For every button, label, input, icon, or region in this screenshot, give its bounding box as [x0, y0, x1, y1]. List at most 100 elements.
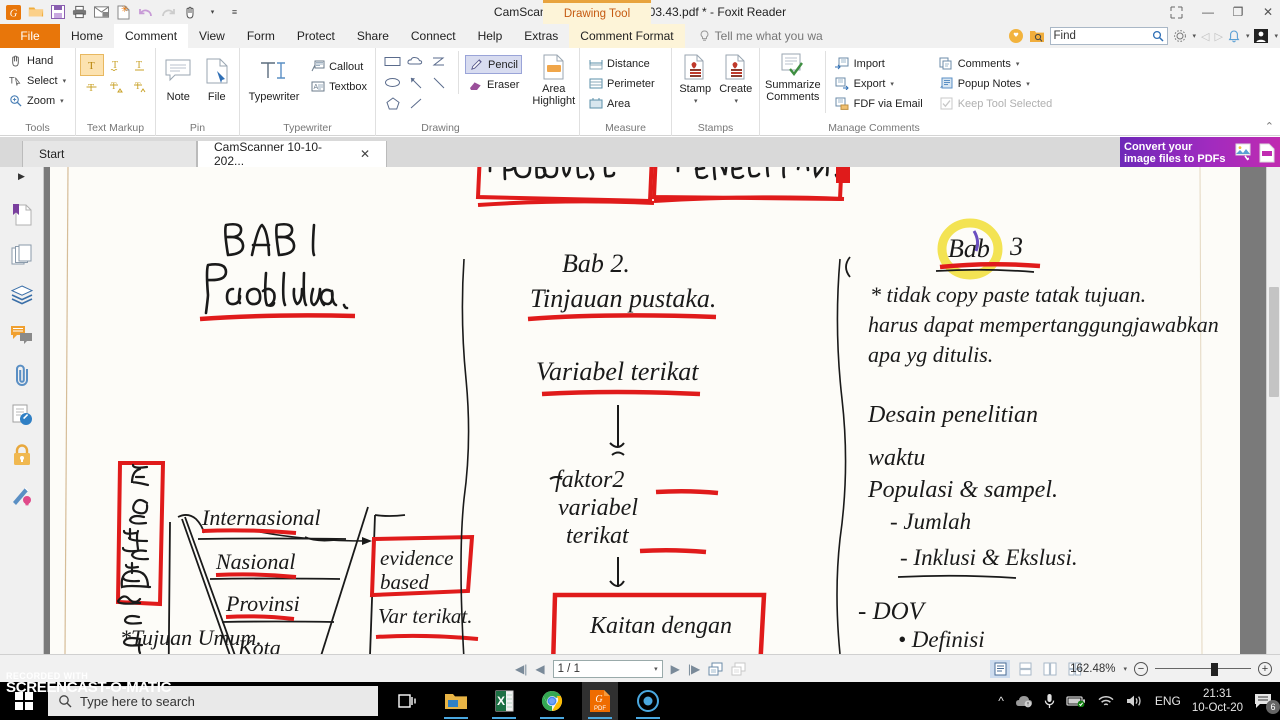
print-icon[interactable] [70, 3, 89, 22]
comments-button[interactable]: Comments ▾ [936, 54, 1056, 73]
comments-panel-icon[interactable] [9, 322, 35, 348]
perimeter-button[interactable]: Perimeter [585, 74, 658, 93]
collapse-ribbon-icon[interactable]: ⌃ [1265, 120, 1274, 133]
hand-tool-icon[interactable] [180, 3, 199, 22]
cloud-shape-icon[interactable] [404, 51, 427, 72]
squiggly-tool-icon[interactable]: T [104, 54, 128, 76]
tab-file[interactable]: File [0, 24, 60, 48]
notification-bell-icon[interactable] [1228, 29, 1240, 43]
popup-notes-caret-icon[interactable]: ▾ [1026, 80, 1030, 88]
attachments-icon[interactable] [9, 362, 35, 388]
vertical-scrollbar[interactable] [1266, 167, 1280, 654]
export-caret-icon[interactable]: ▾ [890, 80, 894, 88]
wifi-icon[interactable] [1097, 694, 1115, 708]
area-highlight-button[interactable]: Area Highlight [532, 51, 575, 107]
search-folder-icon[interactable] [1029, 29, 1045, 43]
zoom-in-button[interactable]: + [1258, 661, 1272, 676]
create-stamp-button[interactable]: Create ▾ [718, 51, 755, 105]
facing-view-icon[interactable] [1040, 660, 1060, 678]
page-dropdown-icon[interactable]: ▾ [654, 665, 658, 673]
popup-notes-button[interactable]: Popup Notes ▾ [936, 74, 1056, 93]
zoom-dropdown-icon[interactable]: ▾ [1123, 665, 1127, 673]
qat-customize-icon[interactable]: ▾ [203, 3, 222, 22]
vertical-scroll-thumb[interactable] [1269, 287, 1279, 397]
file-explorer-icon[interactable] [438, 682, 474, 720]
fdf-via-email-button[interactable]: FDF via Email [832, 94, 926, 113]
eraser-button[interactable]: Eraser [465, 75, 522, 94]
chrome-icon[interactable] [534, 682, 570, 720]
comments-caret-icon[interactable]: ▾ [1016, 60, 1020, 68]
arrow-shape-icon[interactable] [404, 72, 427, 93]
expand-pane-icon[interactable]: ▶ [18, 171, 25, 182]
tab-protect[interactable]: Protect [286, 24, 346, 48]
textbox-button[interactable]: A Textbox [307, 77, 370, 96]
avatar-caret-icon[interactable]: ▾ [1274, 32, 1278, 40]
first-page-icon[interactable]: ◀| [515, 662, 527, 676]
tab-share[interactable]: Share [346, 24, 400, 48]
pdf-page[interactable]: Internasional Nasional Provinsi Kota Lok… [50, 167, 1240, 654]
find-input[interactable]: Find [1049, 27, 1168, 45]
search-input[interactable]: Type here to search [48, 686, 378, 716]
select-caret-icon[interactable]: ▾ [63, 77, 67, 85]
stamp-button[interactable]: Stamp ▾ [677, 51, 714, 105]
polyline-shape-icon[interactable] [427, 51, 450, 72]
foxit-reader-icon[interactable]: G PDF [582, 682, 618, 720]
notification-center-icon[interactable]: 6 [1254, 692, 1280, 714]
oval-shape-icon[interactable] [381, 72, 404, 93]
continuous-view-icon[interactable] [1015, 660, 1035, 678]
bookmarks-icon[interactable] [9, 202, 35, 228]
next-view-icon[interactable] [731, 662, 746, 676]
page-number-input[interactable]: 1 / 1 ▾ [552, 659, 663, 678]
rectangle-shape-icon[interactable] [381, 51, 404, 72]
settings-caret-icon[interactable]: ▾ [1193, 32, 1197, 40]
insert-text-tool-icon[interactable]: T [128, 76, 152, 98]
foxit-logo-icon[interactable]: G [4, 3, 23, 22]
tab-view[interactable]: View [188, 24, 236, 48]
tell-me-search[interactable]: Tell me what you wa [699, 24, 823, 48]
close-icon[interactable]: ✕ [360, 147, 370, 161]
typewriter-button[interactable]: Typewriter [245, 51, 303, 103]
last-page-icon[interactable]: |▶ [688, 662, 700, 676]
fullscreen-icon[interactable] [1170, 6, 1186, 19]
underline-tool-icon[interactable]: T [128, 54, 152, 76]
forward-nav-icon[interactable]: ▷ [1215, 30, 1223, 43]
cloud-sync-icon[interactable] [1015, 694, 1033, 708]
language-indicator[interactable]: ENG [1155, 694, 1181, 708]
tab-connect[interactable]: Connect [400, 24, 467, 48]
foxit-account-shield-icon[interactable] [1008, 28, 1024, 44]
zoom-slider-knob[interactable] [1211, 662, 1218, 676]
diagonal-line-shape-icon[interactable] [404, 93, 427, 114]
tab-comment[interactable]: Comment [114, 24, 189, 48]
pages-thumbnails-icon[interactable] [9, 242, 35, 268]
battery-icon[interactable] [1066, 695, 1086, 707]
doc-tab-start[interactable]: Start [22, 141, 197, 167]
save-icon[interactable] [48, 3, 67, 22]
restore-button[interactable]: ❐ [1230, 5, 1246, 19]
pencil-button[interactable]: Pencil [465, 55, 523, 74]
undo-icon[interactable] [136, 3, 155, 22]
hand-button[interactable]: Hand [5, 51, 69, 70]
polygon-shape-icon[interactable] [381, 93, 404, 114]
tab-home[interactable]: Home [60, 24, 114, 48]
keep-tool-selected-checkbox[interactable]: Keep Tool Selected [936, 94, 1056, 113]
tray-chevron-icon[interactable]: ^ [998, 694, 1004, 708]
tab-extras[interactable]: Extras [513, 24, 569, 48]
clock[interactable]: 21:31 10-Oct-20 [1192, 687, 1243, 715]
open-icon[interactable] [26, 3, 45, 22]
start-button[interactable] [0, 682, 48, 720]
email-icon[interactable] [92, 3, 111, 22]
create-stamp-caret-icon[interactable]: ▾ [734, 97, 738, 105]
previous-page-icon[interactable]: ◀ [535, 662, 544, 676]
new-icon[interactable]: ✳ [114, 3, 133, 22]
callout-button[interactable]: Callout [307, 57, 370, 76]
strikeout-tool-icon[interactable]: T [80, 76, 104, 98]
doc-tab-camscanner[interactable]: CamScanner 10-10-202... ✕ [197, 140, 387, 168]
line-shape-icon[interactable] [427, 72, 450, 93]
task-view-icon[interactable] [390, 682, 426, 720]
avatar[interactable] [1254, 29, 1269, 43]
replace-text-tool-icon[interactable]: T [104, 76, 128, 98]
note-button[interactable]: Note [161, 51, 196, 103]
qat-overflow-icon[interactable]: ≡ [225, 3, 244, 22]
microphone-icon[interactable] [1044, 693, 1055, 709]
zoom-caret-icon[interactable]: ▾ [60, 97, 64, 105]
